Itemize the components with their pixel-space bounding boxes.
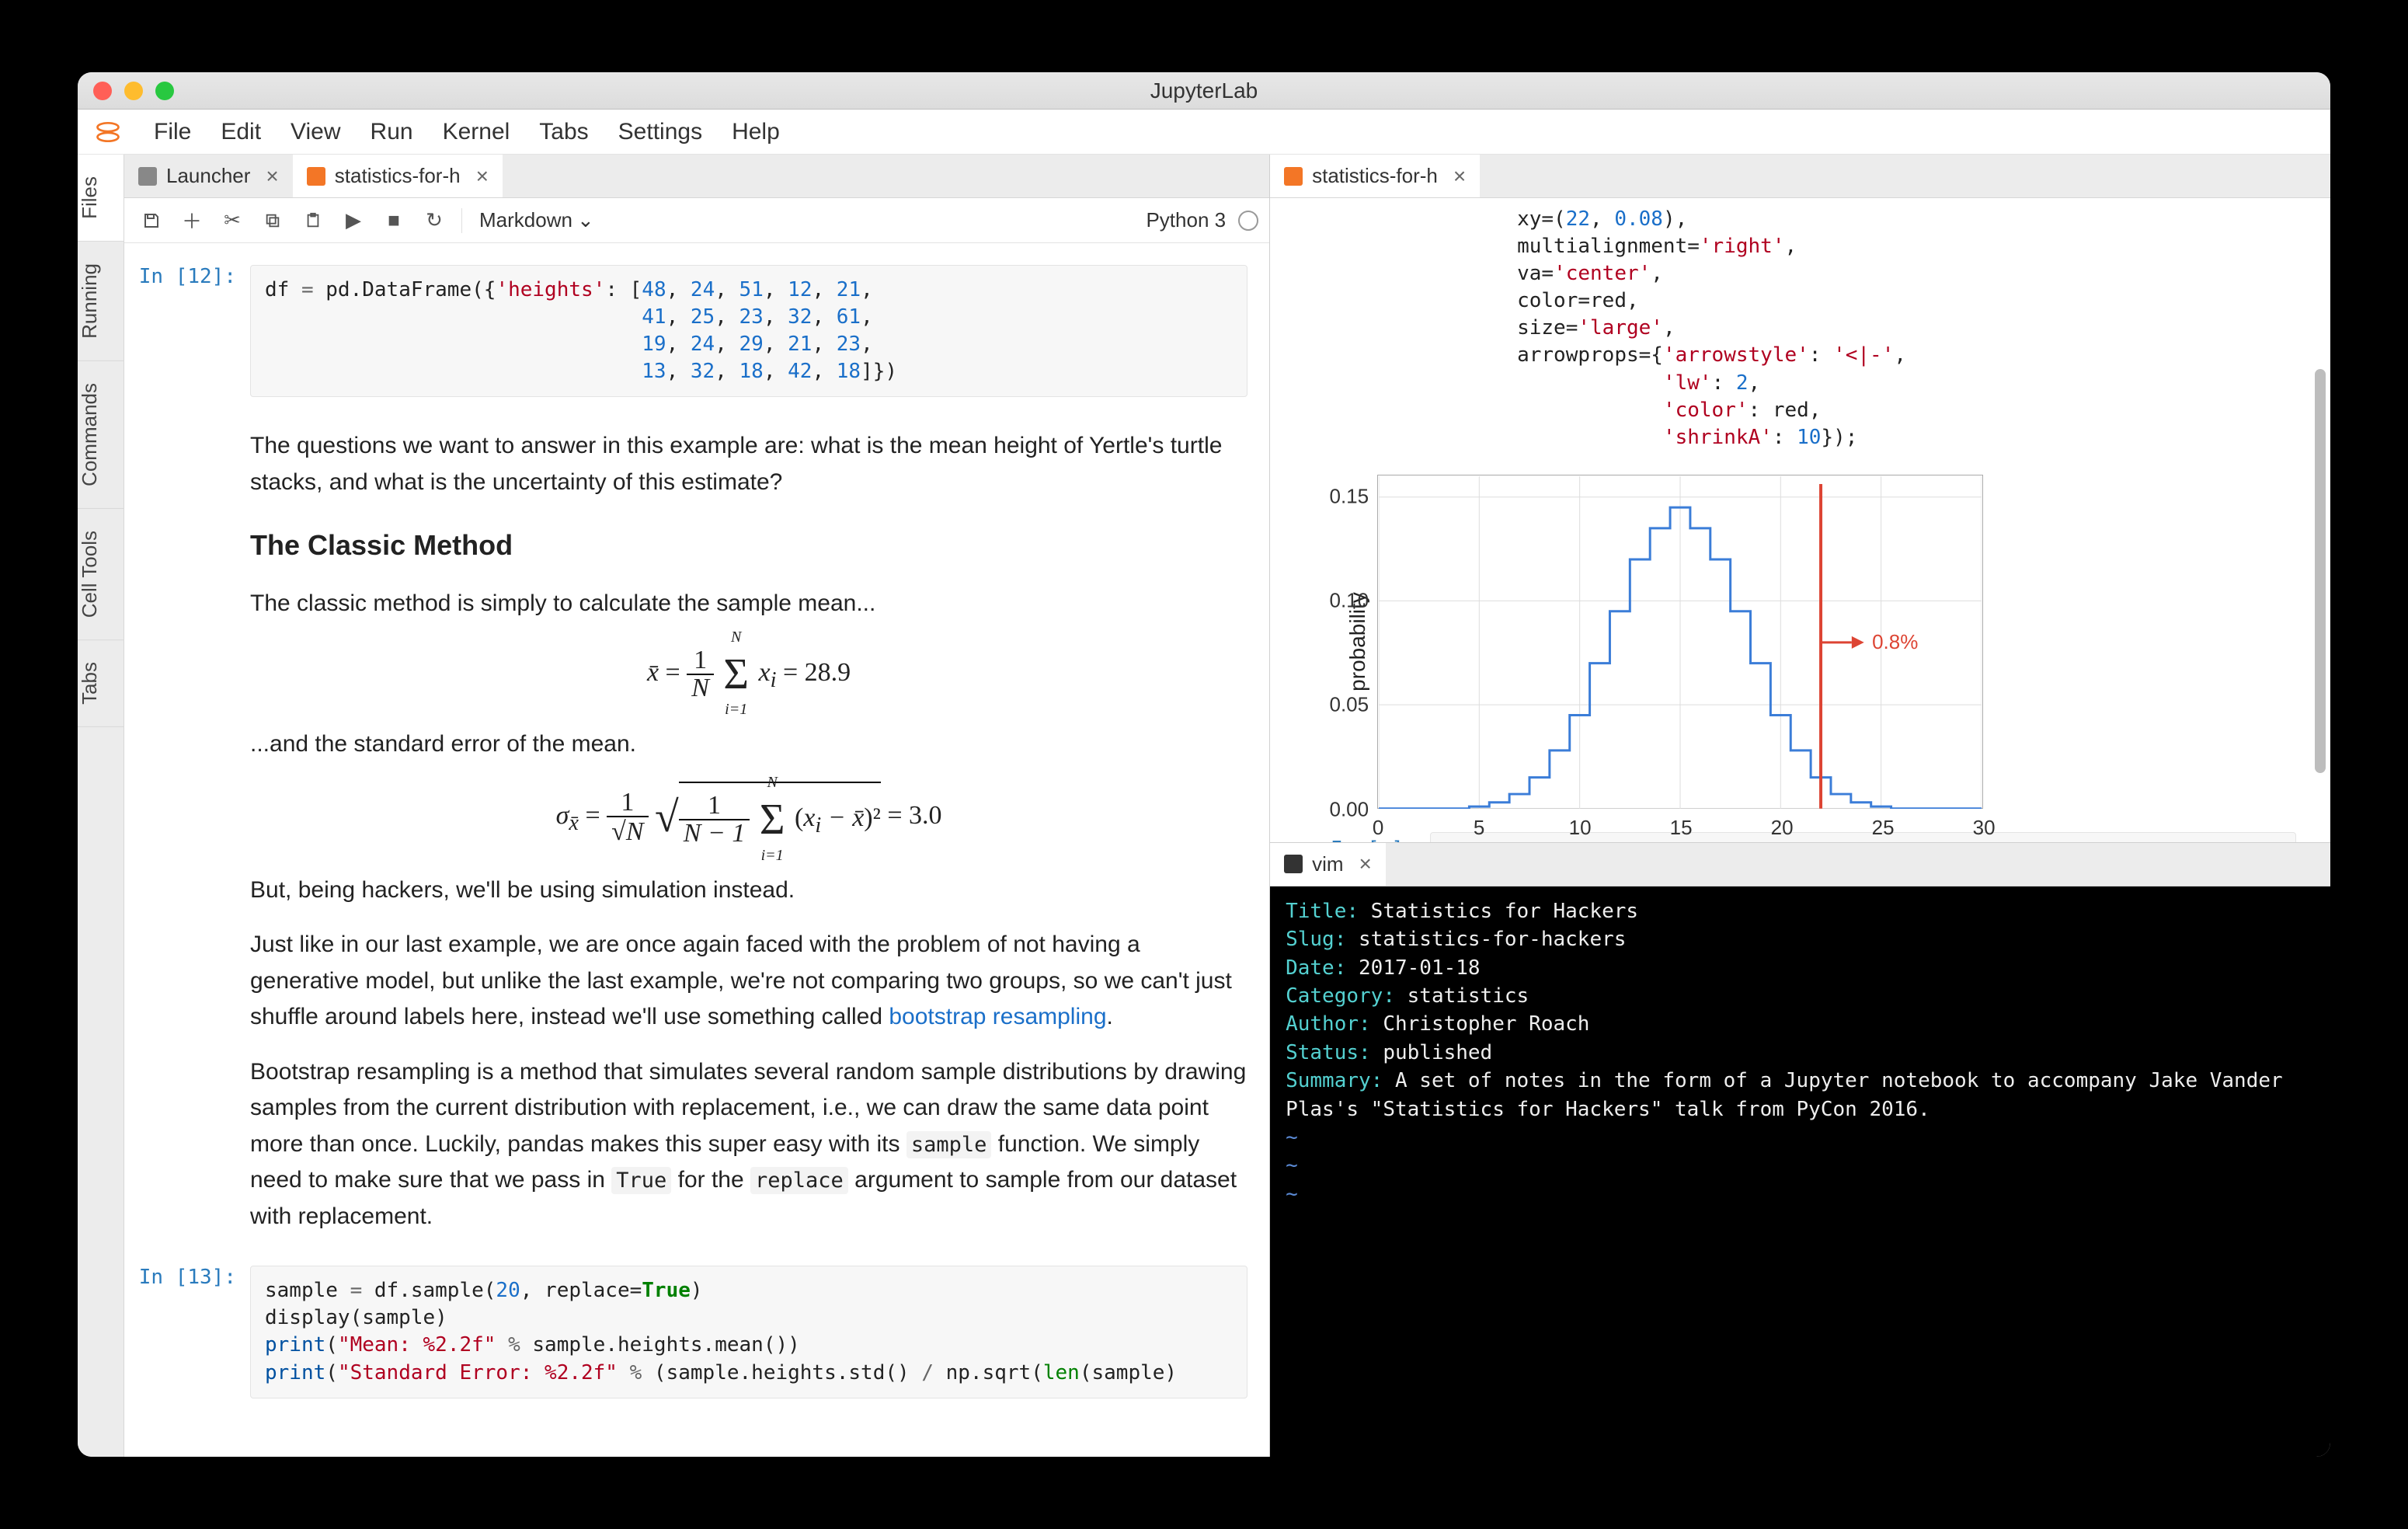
markdown-cell[interactable]: The questions we want to answer in this … <box>250 409 1247 1253</box>
code-cell[interactable]: sample = df.sample(20, replace=True) dis… <box>250 1266 1247 1398</box>
kernel-indicator[interactable]: Python 3 <box>1146 208 1258 232</box>
tab-label: statistics-for-h <box>1312 164 1438 188</box>
jupyter-logo[interactable] <box>92 116 124 148</box>
run-button[interactable]: ▶ <box>337 204 370 237</box>
left-tabbar: Launcher × statistics-for-h × <box>124 155 1269 198</box>
menu-file[interactable]: File <box>154 119 191 145</box>
plot-annotation: 0.8% <box>1872 630 1918 654</box>
titlebar: JupyterLab <box>78 72 2330 110</box>
save-button[interactable] <box>135 204 168 237</box>
cell-prompt: In [13]: <box>134 1266 250 1398</box>
tab-launcher[interactable]: Launcher × <box>124 155 293 197</box>
right-bottom-pane: vim × Title: Statistics for Hackers Slug… <box>1270 843 2330 1457</box>
md-text: Just like in our last example, we are on… <box>250 927 1247 1036</box>
close-icon[interactable]: × <box>266 164 278 189</box>
tab-statistics-for-h[interactable]: statistics-for-h × <box>293 155 503 197</box>
tab-label: statistics-for-h <box>335 164 461 188</box>
formula: x̄ = 1N NΣi=1 xi = 28.9 <box>250 641 1247 709</box>
close-icon[interactable]: × <box>1359 852 1372 876</box>
app-window: JupyterLab File Edit View Run Kernel Tabs Sett… <box>78 72 2330 1457</box>
terminal[interactable]: Title: Statistics for Hackers Slug: stat… <box>1270 886 2330 1457</box>
launcher-icon <box>138 167 157 186</box>
xtick: 30 <box>1973 816 1996 840</box>
notebook-toolbar: ＋ ✂ ▶ ■ ↻ Markdown ⌄ Python 3 <box>124 198 1269 243</box>
celltype-select[interactable]: Markdown ⌄ <box>473 205 600 235</box>
cut-button[interactable]: ✂ <box>216 204 249 237</box>
md-heading: The Classic Method <box>250 524 1247 567</box>
close-icon[interactable]: × <box>476 164 489 189</box>
md-text: The questions we want to answer in this … <box>250 428 1247 500</box>
add-cell-button[interactable]: ＋ <box>176 204 208 237</box>
code-input[interactable] <box>1430 832 2296 842</box>
notebook-icon <box>1284 167 1303 186</box>
menu-settings[interactable]: Settings <box>618 119 702 145</box>
menu-view[interactable]: View <box>291 119 340 145</box>
ytick: 0.05 <box>1329 693 1369 717</box>
xtick: 25 <box>1872 816 1895 840</box>
xtick: 15 <box>1670 816 1693 840</box>
right-pane: statistics-for-h × xy=(22, 0.08), multia… <box>1270 155 2330 1457</box>
code-output: xy=(22, 0.08), multialignment='right', v… <box>1284 206 2296 451</box>
left-pane: Launcher × statistics-for-h × ＋ ✂ ▶ ■ ↻ Mar… <box>124 155 1270 1457</box>
paste-button[interactable] <box>297 204 329 237</box>
sidebar-cell-tools[interactable]: Cell Tools <box>78 509 124 640</box>
md-text: Bootstrap resampling is a method that si… <box>250 1054 1247 1235</box>
tab-terminal[interactable]: vim × <box>1270 843 1386 886</box>
menu-tabs[interactable]: Tabs <box>539 119 588 145</box>
menu-help[interactable]: Help <box>732 119 780 145</box>
cell-prompt: In [12]: <box>134 265 250 397</box>
tab-label: Launcher <box>166 164 250 188</box>
plot: probability number of heads 0.000.050.10… <box>1377 475 2296 809</box>
ytick: 0.15 <box>1329 484 1369 508</box>
right-top-tabbar: statistics-for-h × <box>1270 155 2330 198</box>
md-text: But, being hackers, we'll be using simul… <box>250 872 1247 909</box>
ytick: 0.00 <box>1329 797 1369 821</box>
bootstrap-link[interactable]: bootstrap resampling <box>889 1004 1106 1029</box>
xtick: 20 <box>1771 816 1794 840</box>
sidebar-tabs[interactable]: Tabs <box>78 640 124 727</box>
kernel-status-icon <box>1238 211 1258 231</box>
right-bottom-tabbar: vim × <box>1270 843 2330 886</box>
scrollbar[interactable] <box>2315 369 2326 773</box>
menu-edit[interactable]: Edit <box>221 119 261 145</box>
md-text: ...and the standard error of the mean. <box>250 726 1247 763</box>
xtick: 5 <box>1474 816 1484 840</box>
tab-label: vim <box>1312 852 1343 876</box>
code-cell[interactable]: df = pd.DataFrame({'heights': [48, 24, 5… <box>250 265 1247 397</box>
window-title: JupyterLab <box>78 78 2330 103</box>
sidebar-files[interactable]: Files <box>78 155 124 242</box>
menu-run[interactable]: Run <box>371 119 413 145</box>
menubar: File Edit View Run Kernel Tabs Settings Help <box>78 110 2330 155</box>
ytick: 0.10 <box>1329 589 1369 613</box>
close-icon[interactable]: × <box>1453 164 1466 189</box>
restart-button[interactable]: ↻ <box>418 204 451 237</box>
formula: σx̄ = 1√N √ 1N − 1 NΣi=1 (xi − x̄)² = 3.… <box>250 782 1247 854</box>
copy-button[interactable] <box>256 204 289 237</box>
sidebar: FilesRunningCommandsCell ToolsTabs <box>78 155 124 1457</box>
xtick: 10 <box>1569 816 1592 840</box>
notebook-icon <box>307 167 325 186</box>
xtick: 0 <box>1373 816 1383 840</box>
tab-right-notebook[interactable]: statistics-for-h × <box>1270 155 1480 197</box>
sidebar-commands[interactable]: Commands <box>78 361 124 509</box>
md-text: The classic method is simply to calculat… <box>250 586 1247 622</box>
chevron-down-icon: ⌄ <box>577 208 594 232</box>
stop-button[interactable]: ■ <box>378 204 410 237</box>
sidebar-running[interactable]: Running <box>78 242 124 361</box>
menu-kernel[interactable]: Kernel <box>443 119 510 145</box>
right-top-pane: statistics-for-h × xy=(22, 0.08), multia… <box>1270 155 2330 843</box>
notebook-area[interactable]: In [12]: df = pd.DataFrame({'heights': [… <box>124 243 1269 1457</box>
terminal-icon <box>1284 855 1303 873</box>
right-notebook-area[interactable]: xy=(22, 0.08), multialignment='right', v… <box>1270 198 2330 842</box>
